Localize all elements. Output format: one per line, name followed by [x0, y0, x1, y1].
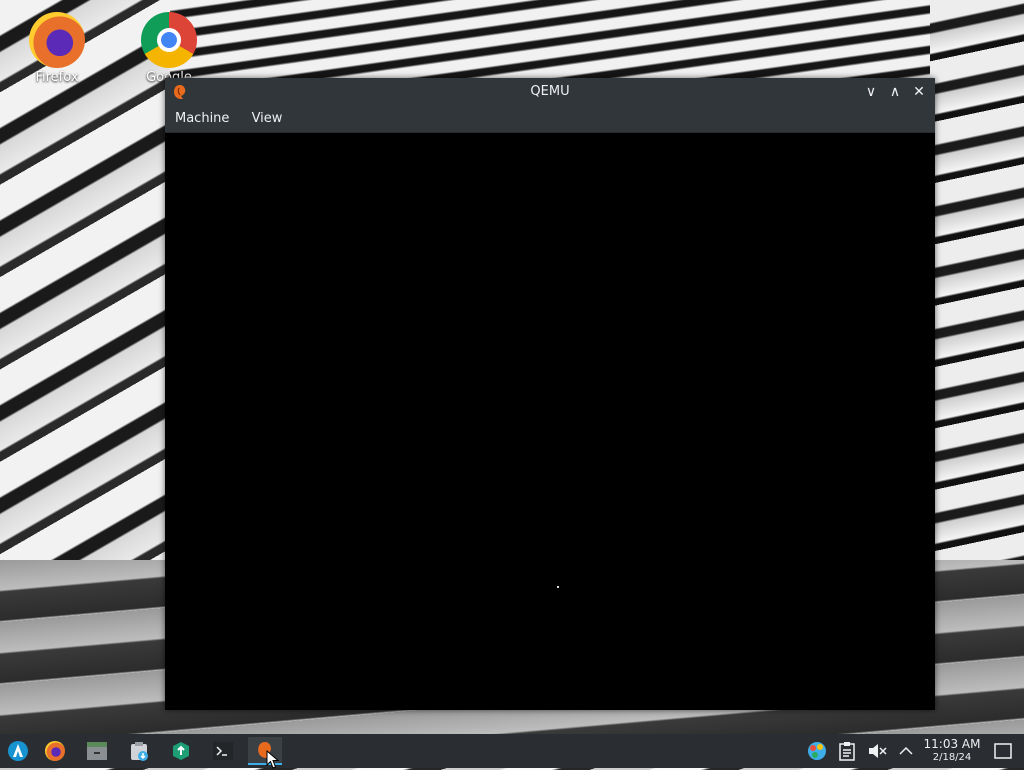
desktop-icon-google-chrome[interactable]: Google: [124, 0, 214, 85]
chevron-up-icon: ∧: [889, 84, 901, 100]
clock-time: 11:03 AM: [923, 737, 981, 751]
terminal-icon: [213, 742, 233, 760]
menubar: Machine View: [165, 106, 935, 133]
show-desktop-icon[interactable]: [993, 741, 1013, 761]
menu-view[interactable]: View: [252, 111, 283, 126]
mouse-pointer-icon: [266, 750, 280, 769]
vm-cursor-dot: [557, 586, 559, 588]
chevron-down-icon: ∨: [865, 84, 877, 100]
app-launcher-icon: [8, 741, 28, 761]
app-launcher-button[interactable]: [1, 737, 35, 765]
clock-date: 2/18/24: [932, 752, 972, 763]
vm-display[interactable]: [165, 133, 935, 710]
chrome-icon: [141, 12, 197, 68]
desktop-icon-firefox[interactable]: Firefox: [12, 0, 102, 85]
tray-expand-icon[interactable]: [896, 741, 916, 761]
desktop-icon-label: Firefox: [35, 70, 79, 85]
qemu-window[interactable]: QEMU ∨ ∧ ✕ Machine View: [165, 78, 935, 710]
wallpaper-top: [170, 0, 930, 80]
file-manager-icon: [87, 742, 107, 760]
taskbar-file-manager[interactable]: [80, 737, 114, 765]
firefox-icon: [29, 12, 85, 68]
maximize-button[interactable]: ∧: [883, 78, 907, 106]
package-manager-icon: [131, 742, 148, 761]
close-button[interactable]: ✕: [907, 78, 931, 106]
window-title: QEMU: [530, 84, 570, 99]
menu-machine[interactable]: Machine: [175, 111, 229, 126]
taskbar-package-manager[interactable]: [122, 737, 156, 765]
volume-muted-icon[interactable]: [867, 741, 887, 761]
taskbar-firefox[interactable]: [38, 737, 72, 765]
taskbar-terminal[interactable]: [206, 737, 240, 765]
clipboard-icon[interactable]: [837, 741, 857, 761]
taskbar: 11:03 AM 2/18/24: [0, 734, 1024, 769]
system-tool-icon: [173, 742, 189, 760]
clock[interactable]: 11:03 AM 2/18/24: [922, 738, 982, 764]
close-icon: ✕: [913, 84, 925, 100]
firefox-icon: [45, 741, 65, 761]
minimize-button[interactable]: ∨: [859, 78, 883, 106]
color-picker-icon[interactable]: [807, 741, 827, 761]
window-titlebar[interactable]: QEMU ∨ ∧ ✕: [165, 78, 935, 106]
taskbar-system-tool[interactable]: [164, 737, 198, 765]
